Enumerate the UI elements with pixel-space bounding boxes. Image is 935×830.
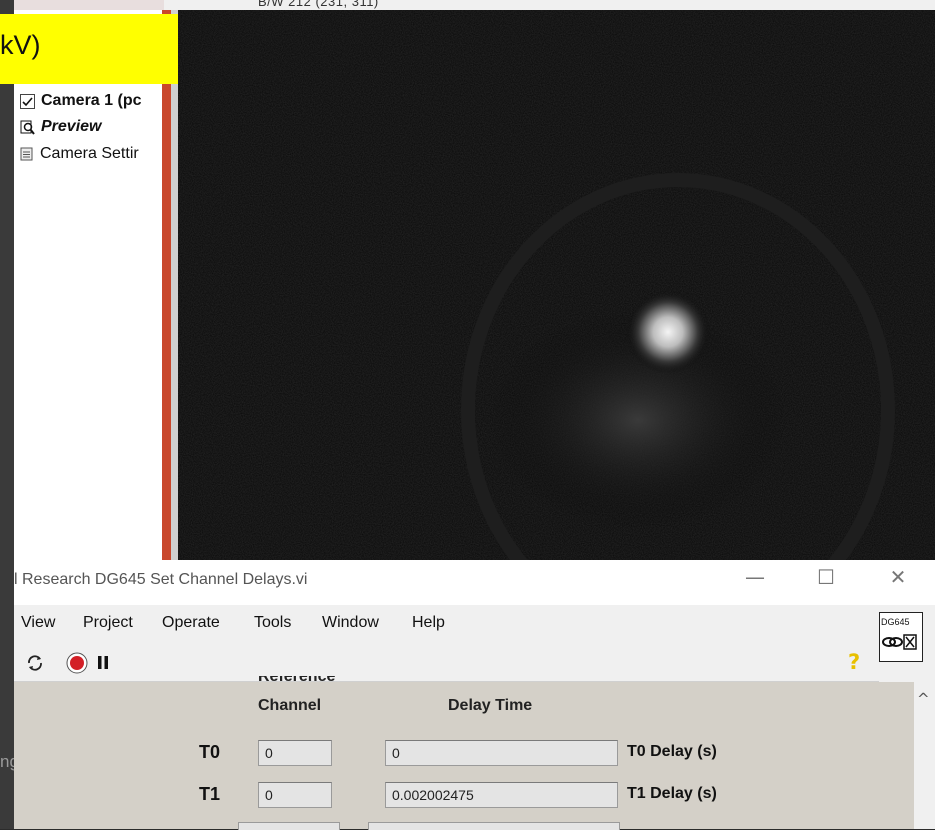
t0-delay-label: T0 Delay (s) [627,743,717,760]
reference-channel-header-partial: Reference [258,676,335,684]
pause-icon[interactable] [96,655,110,671]
tree-panel-divider[interactable] [162,10,171,560]
desktop-strip [0,0,14,829]
abort-execution-icon[interactable] [66,652,88,674]
menu-tools[interactable]: Tools [254,614,291,632]
camera-window-topbar-left [14,0,164,10]
menu-help[interactable]: Help [412,614,445,632]
t1-delay-label: T1 Delay (s) [627,785,717,802]
menu-view[interactable]: View [21,614,55,632]
pixel-readout: B/W 212 (231, 311) [258,0,379,9]
menu-bar [14,605,879,643]
tree-item-label: Camera Settir [40,145,139,162]
tree-item-camera-settings[interactable]: Camera Settir [20,145,139,163]
t0-reference-channel-field[interactable]: 0 [258,740,332,766]
run-continuously-icon[interactable] [24,652,46,674]
menu-project[interactable]: Project [83,614,133,632]
delay-time-header: Delay Time [448,697,533,714]
toolbar [14,643,879,682]
t1-delay-field[interactable]: 0.002002475 [385,782,618,808]
tree-panel-splitter[interactable] [171,10,178,560]
settings-list-icon [20,147,34,161]
close-button[interactable]: ✕ [878,565,918,589]
row-label-t1: T1 [199,784,221,804]
channel-header: Channel [258,697,322,714]
preview-icon [20,120,35,135]
row-label-t0: T0 [199,742,221,762]
t0-delay-field[interactable]: 0 [385,740,618,766]
menu-window[interactable]: Window [322,614,379,632]
checkbox-checked-icon[interactable] [20,93,35,109]
maximize-button[interactable]: ☐ [806,565,846,589]
context-help-icon[interactable]: ? [848,650,860,674]
labview-window-title: l Research DG645 Set Channel Delays.vi [14,571,308,588]
tree-item-camera[interactable]: Camera 1 (pc [20,92,142,110]
connector-pane-icon [881,632,919,652]
tree-item-label: Preview [41,118,102,135]
camera-frame [178,10,935,560]
minimize-button[interactable]: — [735,565,775,589]
menu-operate[interactable]: Operate [162,614,220,632]
tree-item-label: Camera 1 (pc [41,92,142,109]
camera-image-view[interactable] [178,10,935,560]
scroll-up-arrow[interactable]: ^ [917,690,930,708]
tree-item-preview[interactable]: Preview [20,118,101,136]
title-banner-text: kV) [0,30,41,60]
vi-icon-label: DG645 [881,617,910,627]
t1-reference-channel-field[interactable]: 0 [258,782,332,808]
